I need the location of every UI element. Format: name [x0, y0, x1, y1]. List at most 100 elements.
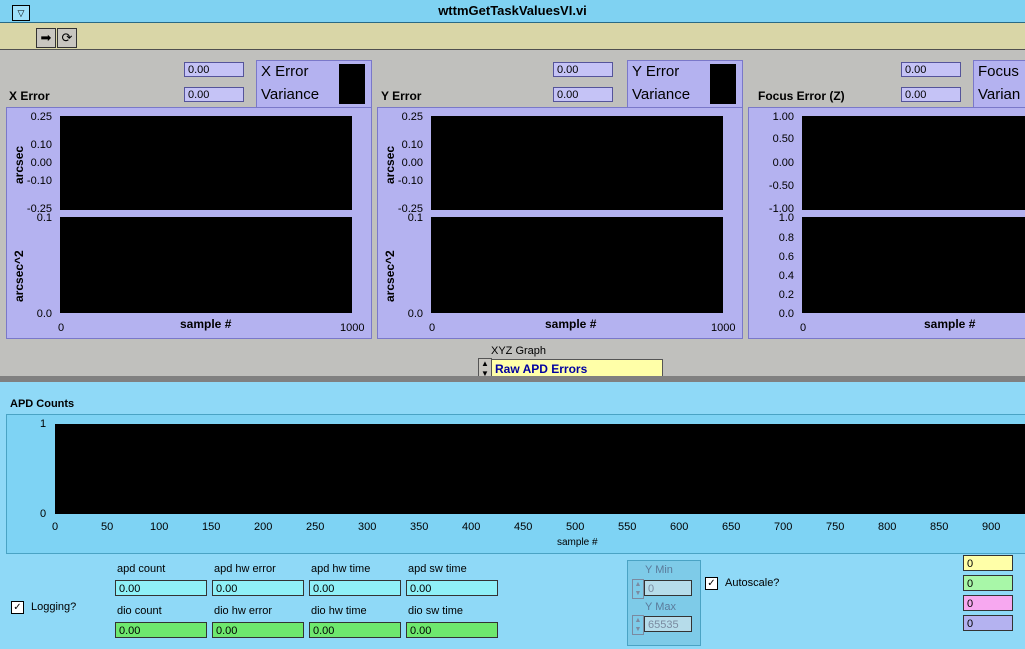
x-tick: 700 — [774, 521, 793, 533]
x-tick: 650 — [722, 521, 741, 533]
x-tick: 600 — [670, 521, 689, 533]
apd-hw-time-field: 0.00 — [309, 580, 401, 596]
y-max-stepper[interactable]: ▲ ▼ — [632, 615, 644, 635]
x-tick: 0 — [58, 322, 65, 334]
legend-label: Y Error — [632, 63, 680, 80]
apd-hw-time-label: apd hw time — [311, 563, 371, 575]
apd-hw-error-field: 0.00 — [212, 580, 304, 596]
x-variance-plot[interactable] — [60, 217, 352, 313]
legend-label: Varian — [978, 86, 1021, 103]
x-tick: 0 — [800, 322, 807, 334]
y-tick: 0 — [40, 508, 47, 520]
y-min-label: Y Min — [645, 564, 673, 576]
y-variance-value: 0.00 — [553, 87, 613, 102]
y-tick: 0.0 — [36, 308, 52, 320]
y-axis-label: arcsec^2 — [12, 250, 26, 302]
apd-counts-label: APD Counts — [10, 398, 75, 410]
y-tick: 0.00 — [772, 157, 794, 169]
x-tick: 850 — [930, 521, 949, 533]
legend-swatch — [339, 64, 365, 104]
x-tick: 100 — [150, 521, 169, 533]
x-error-label: X Error — [9, 89, 50, 103]
xyz-graph-label: XYZ Graph — [491, 345, 547, 357]
apd-sw-time-label: apd sw time — [408, 563, 467, 575]
counter-green: 0 — [963, 575, 1013, 591]
y-tick: 1 — [40, 418, 47, 430]
focus-plot-legend: Focus Varian — [973, 60, 1025, 110]
counter-purple: 0 — [963, 615, 1013, 631]
toolbar — [0, 23, 1025, 51]
y-min-field[interactable]: 0 — [644, 580, 692, 596]
x-axis-label: sample # — [180, 317, 232, 331]
y-tick: 1.00 — [772, 111, 794, 123]
y-tick: 0.8 — [778, 232, 794, 244]
x-axis-label: sample # — [545, 317, 597, 331]
x-error-value: 0.00 — [184, 62, 244, 77]
y-tick: 0.1 — [407, 212, 423, 224]
y-axis-label: arcsec — [12, 145, 26, 184]
y-axis-label: arcsec^2 — [383, 250, 397, 302]
y-error-label: Y Error — [381, 89, 422, 103]
x-tick: 450 — [514, 521, 533, 533]
focus-variance-plot[interactable] — [802, 217, 1025, 313]
y-error-value: 0.00 — [553, 62, 613, 77]
x-tick: 250 — [306, 521, 325, 533]
focus-variance-value: 0.00 — [901, 87, 961, 102]
y-error-plot[interactable] — [431, 116, 723, 210]
y-max-field[interactable]: 65535 — [644, 616, 692, 632]
window-title: wttmGetTaskValuesVI.vi — [438, 3, 587, 18]
xyz-graph-select[interactable]: Raw APD Errors — [491, 359, 663, 377]
counter-yellow: 0 — [963, 555, 1013, 571]
dio-hw-time-label: dio hw time — [311, 605, 367, 617]
x-tick: 50 — [101, 521, 114, 533]
x-tick: 750 — [826, 521, 845, 533]
y-tick: 0.25 — [401, 111, 423, 123]
run-arrow-icon[interactable]: ➡ — [36, 28, 56, 48]
y-tick: 0.25 — [30, 111, 52, 123]
logging-checkbox[interactable]: ✓ — [11, 601, 24, 614]
focus-error-label: Focus Error (Z) — [758, 89, 845, 103]
y-tick: 0.6 — [778, 251, 794, 263]
x-axis-label: sample # — [557, 537, 598, 548]
focus-error-value: 0.00 — [901, 62, 961, 77]
logging-label: Logging? — [31, 601, 77, 613]
dio-hw-time-field: 0.00 — [309, 622, 401, 638]
run-continuously-icon[interactable]: ⟳ — [57, 28, 77, 48]
y-tick: -0.50 — [768, 180, 794, 192]
apd-count-field: 0.00 — [115, 580, 207, 596]
autoscale-checkbox[interactable]: ✓ — [705, 577, 718, 590]
x-tick: 1000 — [340, 322, 365, 334]
apd-sw-time-field: 0.00 — [406, 580, 498, 596]
dio-count-label: dio count — [117, 605, 162, 617]
x-tick: 1000 — [711, 322, 736, 334]
y-tick: 0.0 — [407, 308, 423, 320]
dio-sw-time-label: dio sw time — [408, 605, 464, 617]
x-tick: 300 — [358, 521, 377, 533]
apd-count-label: apd count — [117, 563, 166, 575]
y-max-label: Y Max — [645, 601, 676, 613]
x-tick: 0 — [52, 521, 59, 533]
x-error-plot[interactable] — [60, 116, 352, 210]
x-tick: 350 — [410, 521, 429, 533]
legend-label: Variance — [261, 86, 320, 103]
y-variance-plot[interactable] — [431, 217, 723, 313]
x-axis-label: sample # — [924, 317, 976, 331]
apd-counts-plot[interactable] — [55, 424, 1025, 514]
dio-count-field: 0.00 — [115, 622, 207, 638]
y-tick: 0.0 — [778, 308, 794, 320]
x-tick: 0 — [429, 322, 436, 334]
y-tick: 0.2 — [778, 289, 794, 301]
x-tick: 800 — [878, 521, 897, 533]
y-min-stepper[interactable]: ▲ ▼ — [632, 579, 644, 599]
legend-label: Focus — [978, 63, 1019, 80]
counter-pink: 0 — [963, 595, 1013, 611]
title-bar: ▽ wttmGetTaskValuesVI.vi — [0, 0, 1025, 23]
focus-error-plot[interactable] — [802, 116, 1025, 210]
x-plot-legend: X Error Variance — [256, 60, 372, 110]
x-tick: 150 — [202, 521, 221, 533]
x-tick: 900 — [982, 521, 1001, 533]
legend-swatch — [710, 64, 736, 104]
x-tick: 550 — [618, 521, 637, 533]
legend-label: X Error — [261, 63, 309, 80]
x-variance-value: 0.00 — [184, 87, 244, 102]
